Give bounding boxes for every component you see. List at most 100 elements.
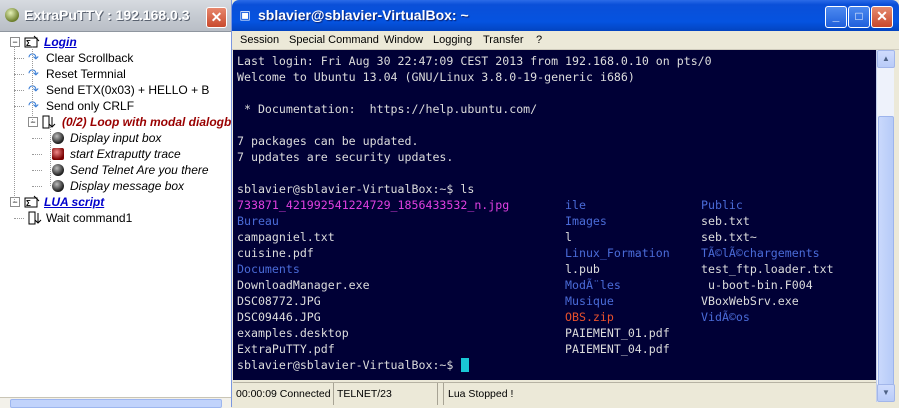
ls-entry: seb.txt~ xyxy=(701,230,757,244)
menu-transfer[interactable]: Transfer xyxy=(483,31,524,49)
command-arrow-icon: ↷ xyxy=(28,50,39,65)
ls-entry: DSC08772.JPG xyxy=(237,294,321,308)
ls-entry: test_ftp.loader.txt xyxy=(701,262,834,276)
command-group-icon: Σ xyxy=(24,195,40,209)
collapse-toggle-icon[interactable]: − xyxy=(28,117,38,127)
tree-item-command[interactable]: ↷ Send only CRLF xyxy=(0,98,231,114)
status-protocol: TELNET/23 xyxy=(334,383,438,405)
scroll-down-arrow-icon[interactable]: ▼ xyxy=(877,384,895,402)
collapse-toggle-icon[interactable]: − xyxy=(10,37,20,47)
menu-special-command[interactable]: Special Command xyxy=(289,31,379,49)
ls-entry: PAIEMENT_04.pdf xyxy=(565,342,670,356)
ls-entry: Images xyxy=(565,214,607,228)
tree-connector xyxy=(14,106,24,107)
tree-connector xyxy=(32,170,42,171)
terminal-line: 7 packages can be updated. xyxy=(237,134,419,148)
tree-item-command[interactable]: ↷ Clear Scrollback xyxy=(0,50,231,66)
command-arrow-icon: ↷ xyxy=(28,82,39,97)
ls-entry: Public xyxy=(701,198,743,212)
ls-entry: u-boot-bin.F004 xyxy=(701,278,813,292)
terminal-vertical-scrollbar[interactable]: ▲ ▼ xyxy=(876,50,895,402)
tree-connector xyxy=(14,74,24,75)
step-icon xyxy=(52,132,64,144)
tree-item-command[interactable]: ↷ Reset Termnial xyxy=(0,66,231,82)
tree-item-label: Send ETX(0x03) + HELLO + B xyxy=(46,83,210,97)
terminal-line: Last login: Fri Aug 30 22:47:09 CEST 201… xyxy=(237,54,712,68)
tree-connector xyxy=(14,46,15,202)
tree-item-label: Display message box xyxy=(70,179,185,193)
menu-session[interactable]: Session xyxy=(240,31,279,49)
tree-item-loop[interactable]: − (0/2) Loop with modal dialogb xyxy=(0,114,231,130)
terminal-line: sblavier@sblavier-VirtualBox:~$ ls xyxy=(237,182,475,196)
svg-text:Σ: Σ xyxy=(26,199,31,208)
menu-logging[interactable]: Logging xyxy=(433,31,472,49)
ls-entry: ile xyxy=(565,198,586,212)
ls-entry: ExtraPuTTY.pdf xyxy=(237,342,335,356)
step-icon xyxy=(52,180,64,192)
tree-item-label: Reset Termnial xyxy=(46,67,126,81)
ls-entry: seb.txt xyxy=(701,214,750,228)
maximize-button[interactable]: □ xyxy=(848,6,870,28)
tree-item-step[interactable]: start Extraputty trace xyxy=(0,146,231,162)
terminal-line: 7 updates are security updates. xyxy=(237,150,454,164)
shell-prompt: sblavier@sblavier-VirtualBox:~$ xyxy=(237,358,461,372)
left-window-title: ExtraPuTTY : 192.168.0.3 xyxy=(24,7,190,23)
tree-item-label: Login xyxy=(44,35,77,49)
ls-entry: VBoxWebSrv.exe xyxy=(701,294,799,308)
terminal-line: * Documentation: https://help.ubuntu.com… xyxy=(237,102,538,116)
svg-text:Σ: Σ xyxy=(26,39,31,48)
putty-window: ▣ sblavier@sblavier-VirtualBox: ~ _ □ ✕ … xyxy=(232,0,899,407)
putty-titlebar[interactable]: ▣ sblavier@sblavier-VirtualBox: ~ _ □ ✕ xyxy=(232,0,899,31)
extraputty-tree-window: ExtraPuTTY : 192.168.0.3 ✕ − Σ Login ↷ Clear… xyxy=(0,0,232,408)
tree-item-label: Send only CRLF xyxy=(46,99,135,113)
step-icon xyxy=(52,164,64,176)
ls-entry: campagniel.txt xyxy=(237,230,335,244)
tree-item-wait[interactable]: Wait command1 xyxy=(0,210,231,226)
scroll-thumb[interactable] xyxy=(878,116,894,386)
ls-entry: Bureau xyxy=(237,214,279,228)
tree-connector xyxy=(14,90,24,91)
ls-entry: Linux_Formation xyxy=(565,246,670,260)
ls-entry: examples.desktop xyxy=(237,326,349,340)
tree-item-label: Clear Scrollback xyxy=(46,51,134,65)
tree-item-step[interactable]: Send Telnet Are you there xyxy=(0,162,231,178)
tree-item-command[interactable]: ↷ Send ETX(0x03) + HELLO + B xyxy=(0,82,231,98)
scroll-up-arrow-icon[interactable]: ▲ xyxy=(877,50,895,68)
close-button[interactable]: ✕ xyxy=(871,6,893,28)
left-window-close-button[interactable]: ✕ xyxy=(206,7,227,28)
ls-entry: Musique xyxy=(565,294,614,308)
tree-item-label: Wait command1 xyxy=(46,211,133,225)
tree-item-label: LUA script xyxy=(44,195,105,209)
minimize-button[interactable]: _ xyxy=(825,6,847,28)
tree-connector xyxy=(14,218,24,219)
ls-entry: TÃ©lÃ©chargements xyxy=(701,246,820,260)
terminal-cursor xyxy=(461,358,469,372)
tree-connector xyxy=(32,138,42,139)
tree-item-group[interactable]: − Σ LUA script xyxy=(0,194,231,210)
ls-entry: 733871_421992541224729_1856433532_n.jpg xyxy=(237,198,510,212)
ls-entry: ModÃ¨les xyxy=(565,278,621,292)
menu-window[interactable]: Window xyxy=(384,31,423,49)
status-extra xyxy=(438,383,444,405)
tree-item-label: Display input box xyxy=(70,131,162,145)
terminal-area[interactable]: Last login: Fri Aug 30 22:47:09 CEST 201… xyxy=(233,50,876,380)
left-horizontal-scrollbar[interactable] xyxy=(0,397,231,408)
command-arrow-icon: ↷ xyxy=(28,98,39,113)
menu-bar: Session Special Command Window Logging T… xyxy=(232,31,899,50)
tree-item-step[interactable]: Display input box xyxy=(0,130,231,146)
putty-terminal-icon: ▣ xyxy=(239,8,251,22)
tree-item-step[interactable]: Display message box xyxy=(0,178,231,194)
menu-help[interactable]: ? xyxy=(536,31,542,49)
trace-step-icon xyxy=(52,148,64,160)
extraputty-logo-icon xyxy=(5,8,19,22)
tree-item-label: (0/2) Loop with modal dialogb xyxy=(62,115,231,129)
tree-item-group[interactable]: − Σ Login xyxy=(0,34,231,50)
status-elapsed: 00:00:09 Connected xyxy=(233,383,334,405)
tree-connector xyxy=(14,58,24,59)
ls-entry: PAIEMENT_01.pdf xyxy=(565,326,670,340)
tree-item-label: start Extraputty trace xyxy=(70,147,181,161)
collapse-toggle-icon[interactable]: − xyxy=(10,197,20,207)
left-window-titlebar[interactable]: ExtraPuTTY : 192.168.0.3 ✕ xyxy=(0,0,231,32)
status-bar: 00:00:09 Connected TELNET/23 Lua Stopped… xyxy=(233,382,876,405)
putty-window-title: sblavier@sblavier-VirtualBox: ~ xyxy=(258,7,469,23)
